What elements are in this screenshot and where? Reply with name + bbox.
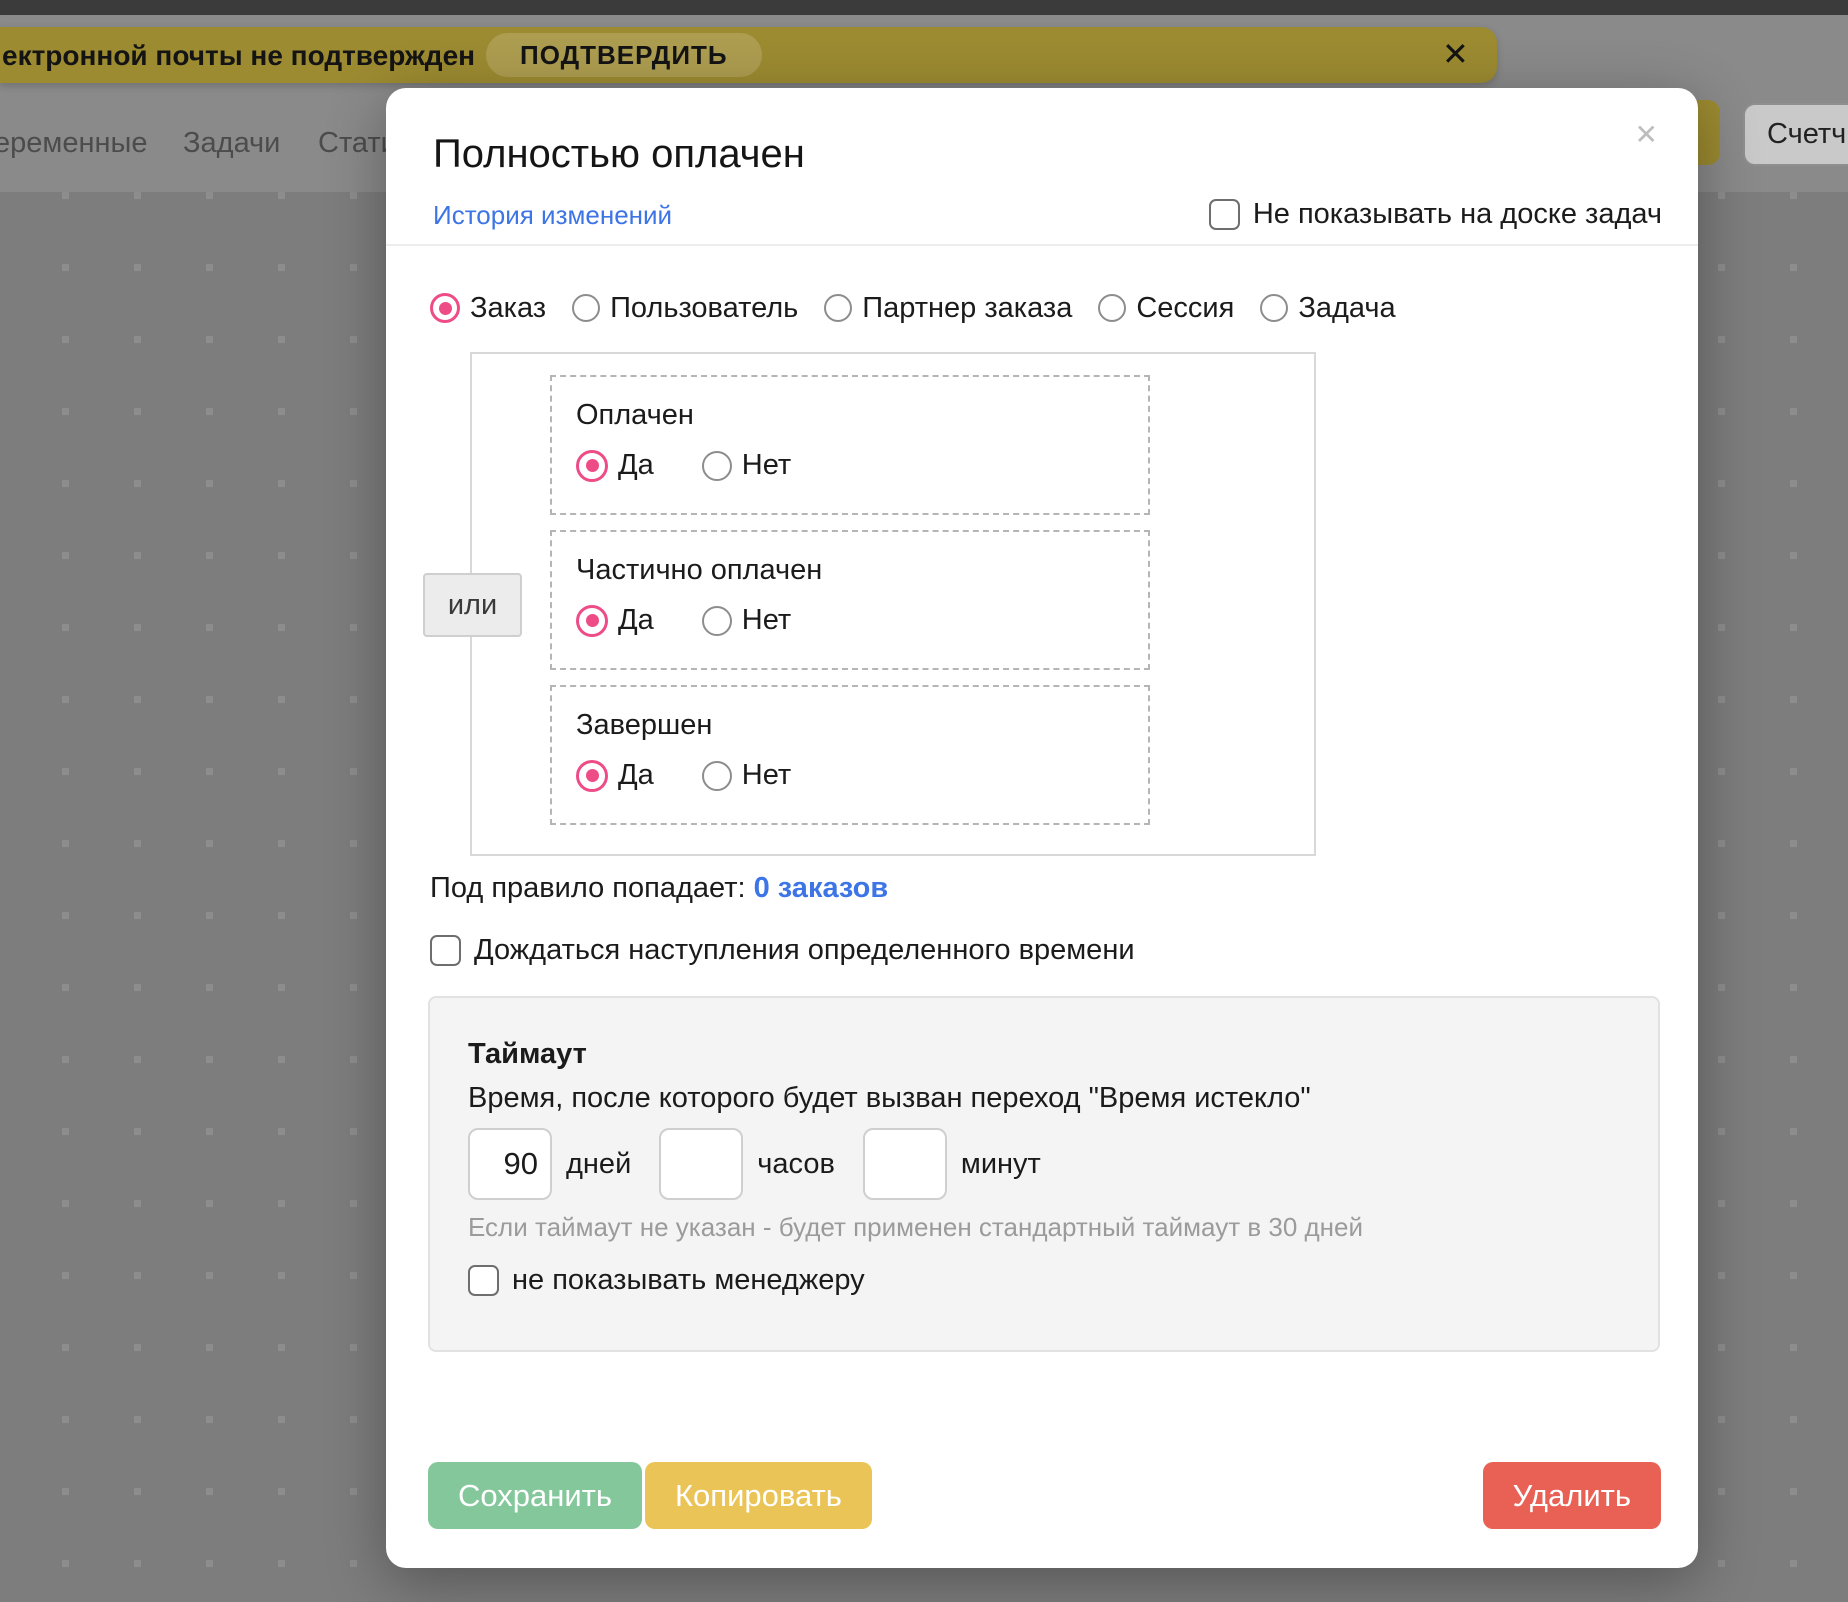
radio-icon[interactable]: [576, 759, 608, 792]
radio-user[interactable]: Пользователь: [572, 292, 798, 325]
hide-on-board-checkbox[interactable]: [1208, 199, 1240, 230]
condition-partially-paid-no[interactable]: Нет: [701, 604, 792, 637]
minutes-label: минут: [960, 1147, 1041, 1180]
close-icon[interactable]: ✕: [1442, 36, 1469, 72]
save-button[interactable]: Сохранить: [428, 1462, 643, 1529]
modal-title: Полностью оплачен: [433, 132, 805, 176]
days-input[interactable]: [468, 1128, 552, 1200]
condition-partially-paid-yes[interactable]: Да: [576, 604, 654, 637]
rule-match-label: Под правило попадает:: [430, 872, 746, 904]
banner-message: ектронной почты не подтвержден: [2, 40, 476, 71]
condition-paid-no[interactable]: Нет: [701, 449, 792, 482]
wait-checkbox-row: Дождаться наступления определенного врем…: [430, 934, 1135, 967]
yes-label: Да: [618, 449, 654, 481]
yes-label: Да: [618, 759, 654, 791]
radio-icon[interactable]: [701, 450, 732, 481]
condition-completed: Завершен Да Нет: [550, 685, 1150, 825]
radio-order-partner[interactable]: Партнер заказа: [824, 292, 1072, 325]
hours-input[interactable]: [659, 1128, 744, 1200]
radio-user-label: Пользователь: [610, 291, 799, 324]
condition-paid-title: Оплачен: [576, 399, 694, 431]
condition-completed-no[interactable]: Нет: [701, 759, 792, 792]
or-operator-chip: или: [423, 573, 522, 637]
condition-partially-paid: Частично оплачен Да Нет: [550, 530, 1150, 670]
radio-session[interactable]: Сессия: [1098, 292, 1234, 325]
radio-icon[interactable]: [701, 760, 732, 791]
wait-time-label: Дождаться наступления определенного врем…: [474, 934, 1135, 966]
timeout-panel: Таймаут Время, после которого будет вызв…: [428, 996, 1660, 1352]
tab-tasks[interactable]: Задачи: [183, 127, 280, 160]
radio-icon[interactable]: [1260, 294, 1289, 322]
minutes-input[interactable]: [862, 1128, 947, 1200]
email-warning-banner: ектронной почты не подтвержден ПОДТВЕРДИ…: [0, 27, 1497, 83]
radio-icon[interactable]: [576, 449, 608, 482]
hide-from-manager-checkbox[interactable]: [468, 1265, 499, 1296]
radio-order[interactable]: Заказ: [430, 292, 546, 325]
radio-order-label: Заказ: [470, 291, 547, 324]
no-label: Нет: [741, 759, 792, 791]
condition-paid-yes[interactable]: Да: [576, 449, 654, 482]
no-label: Нет: [741, 449, 792, 481]
no-label: Нет: [741, 604, 792, 636]
yes-label: Да: [618, 604, 654, 636]
timeout-title: Таймаут: [468, 1038, 587, 1070]
condition-completed-yes[interactable]: Да: [576, 759, 654, 792]
radio-order-partner-label: Партнер заказа: [862, 291, 1073, 324]
radio-icon[interactable]: [824, 294, 853, 322]
condition-paid: Оплачен Да Нет: [550, 375, 1150, 515]
browser-top-bar: [0, 0, 1848, 15]
history-link[interactable]: История изменений: [433, 200, 672, 231]
radio-icon[interactable]: [572, 294, 601, 322]
radio-icon[interactable]: [701, 605, 732, 636]
copy-button[interactable]: Копировать: [645, 1462, 872, 1529]
radio-task[interactable]: Задача: [1260, 291, 1396, 325]
wait-time-checkbox[interactable]: [430, 935, 461, 966]
close-icon[interactable]: ✕: [1635, 118, 1658, 151]
counter-button[interactable]: Счетч: [1743, 103, 1848, 166]
timeout-inputs-row: дней часов минут: [468, 1126, 1069, 1202]
hide-on-board-label: Не показывать на доске задач: [1252, 198, 1662, 230]
entity-radio-group: Заказ Пользователь Партнер заказа Сессия…: [430, 288, 1396, 328]
timeout-hint: Если таймаут не указан - будет применен …: [468, 1212, 1364, 1242]
confirm-email-button[interactable]: ПОДТВЕРДИТЬ: [486, 33, 762, 77]
radio-icon[interactable]: [1098, 294, 1127, 322]
condition-partially-paid-title: Частично оплачен: [576, 554, 823, 586]
delete-button[interactable]: Удалить: [1482, 1462, 1661, 1529]
status-edit-modal: Полностью оплачен История изменений ✕ Не…: [386, 88, 1698, 1568]
hours-label: часов: [757, 1147, 835, 1180]
rule-match-orders-link[interactable]: 0 заказов: [754, 872, 889, 904]
radio-session-label: Сессия: [1136, 291, 1235, 324]
timeout-description: Время, после которого будет вызван перех…: [468, 1082, 1311, 1114]
days-label: дней: [566, 1147, 632, 1180]
board-checkbox-row: Не показывать на доске задач: [1208, 198, 1662, 231]
radio-icon[interactable]: [430, 293, 460, 323]
manager-checkbox-row: не показывать менеджеру: [468, 1264, 865, 1297]
radio-icon[interactable]: [576, 604, 608, 637]
header-divider: [386, 244, 1698, 246]
screen: еременные Задачи Стати ектронной почты н…: [0, 0, 1848, 1602]
hide-from-manager-label: не показывать менеджеру: [512, 1264, 865, 1296]
radio-task-label: Задача: [1298, 291, 1396, 324]
condition-completed-title: Завершен: [576, 709, 713, 741]
rule-match-row: Под правило попадает: 0 заказов: [430, 872, 888, 905]
tab-variables[interactable]: еременные: [0, 127, 147, 160]
